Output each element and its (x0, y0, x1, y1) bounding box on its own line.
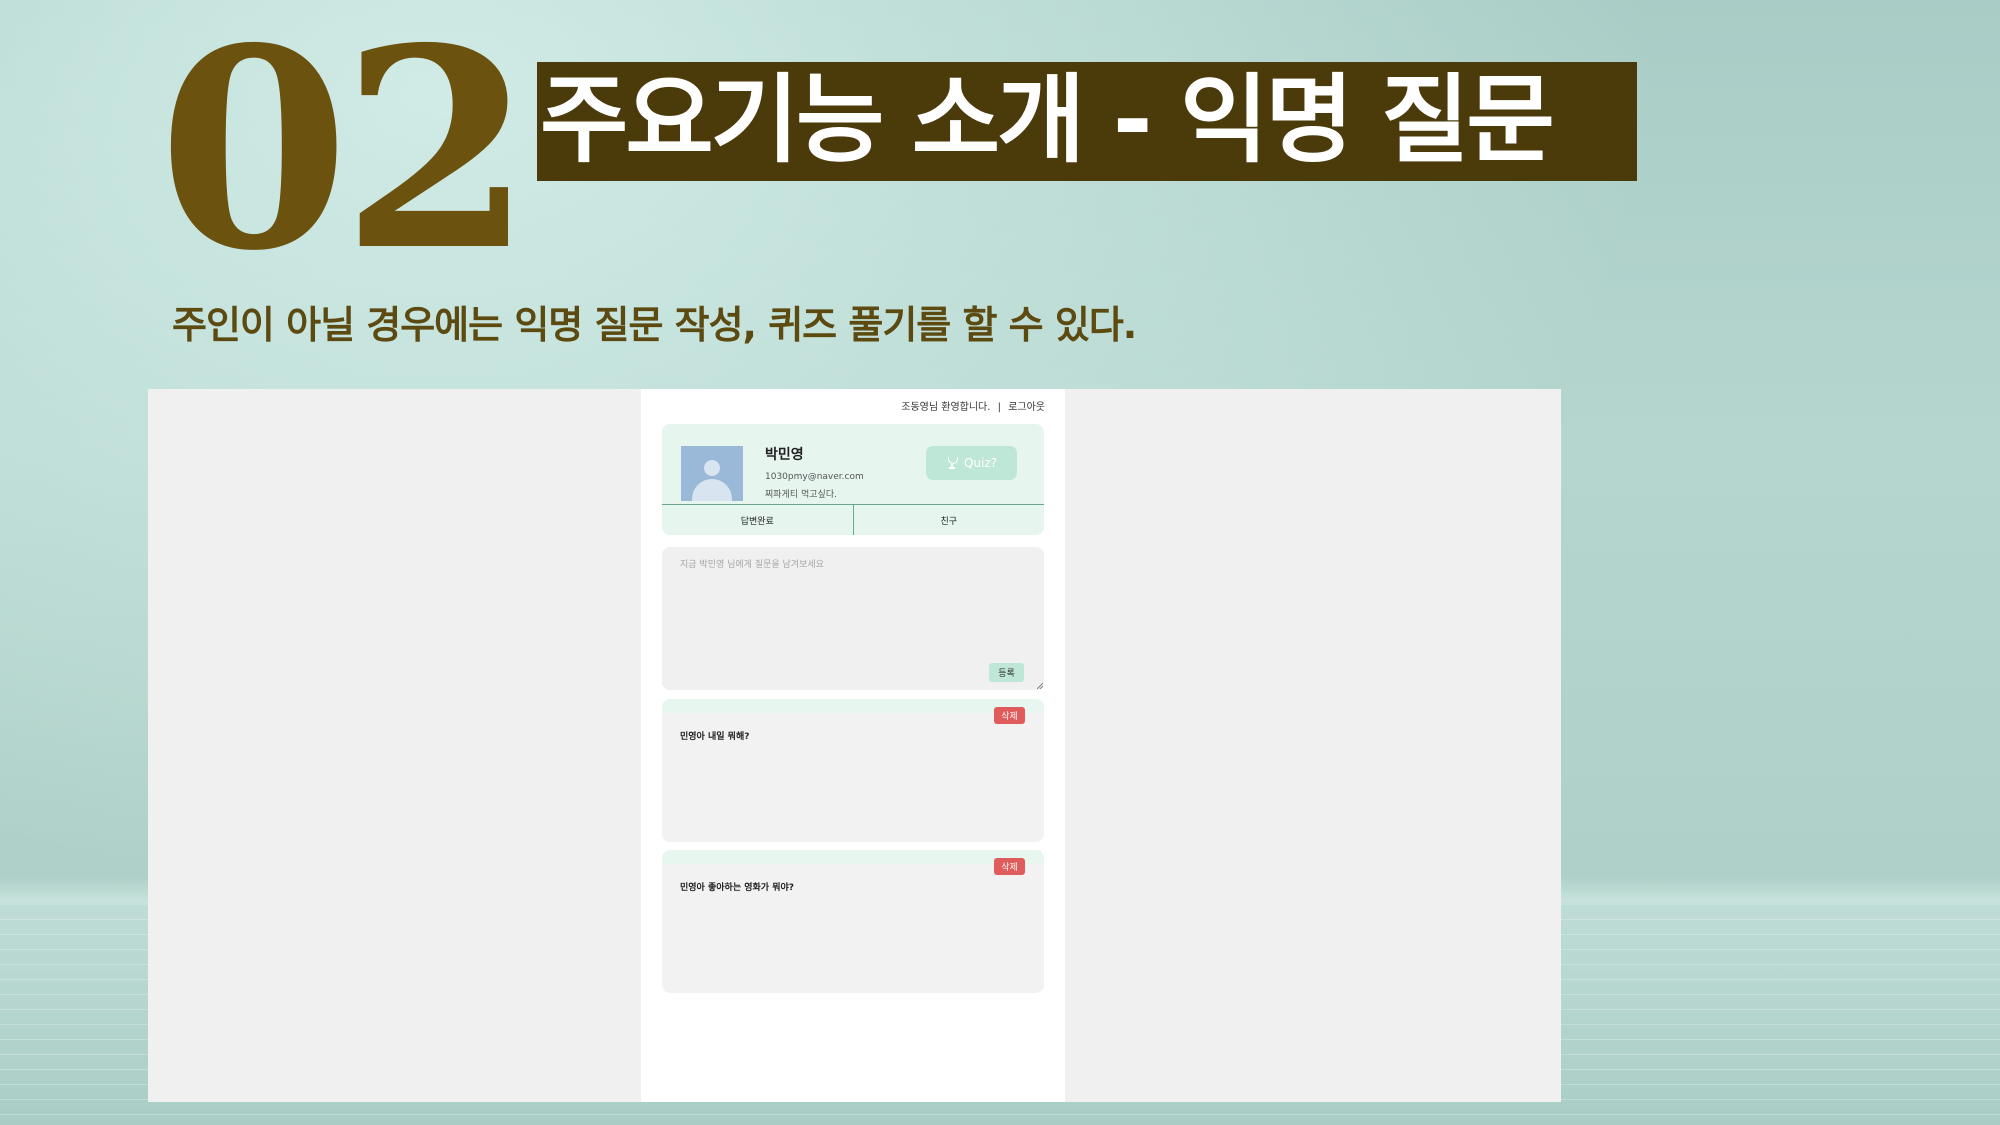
section-number: 02 (158, 0, 533, 311)
profile-page: 조동영님 환영합니다. | 로그아웃 박민영 1030pmy@naver.com… (641, 389, 1065, 1102)
logout-link[interactable]: 로그아웃 (1008, 402, 1045, 413)
app-screenshot: 조동영님 환영합니다. | 로그아웃 박민영 1030pmy@naver.com… (148, 389, 1561, 1102)
question-text: 민영아 내일 뭐해? (680, 732, 750, 742)
trophy-icon (946, 457, 958, 469)
welcome-text: 조동영님 환영합니다. (901, 402, 991, 413)
quiz-label: Quiz? (963, 456, 998, 470)
profile-name: 박민영 (765, 447, 804, 463)
user-avatar-icon (681, 446, 743, 501)
question-card: 삭제 민영아 내일 뭐해? (662, 699, 1044, 842)
question-card-header (662, 850, 1044, 864)
question-card: 삭제 민영아 좋아하는 영화가 뭐야? (662, 850, 1044, 993)
profile-card: 박민영 1030pmy@naver.com 찌파게티 먹고싶다. Quiz? 답… (662, 424, 1044, 535)
question-text: 민영아 좋아하는 영화가 뭐야? (680, 883, 794, 893)
resize-handle-icon[interactable] (1037, 683, 1043, 689)
quiz-button[interactable]: Quiz? (926, 446, 1017, 480)
avatar-body (692, 479, 732, 501)
profile-bio: 찌파게티 먹고싶다. (765, 490, 837, 500)
question-compose-box: 등록 (662, 547, 1044, 690)
submit-button[interactable]: 등록 (989, 663, 1024, 682)
delete-button[interactable]: 삭제 (994, 707, 1025, 724)
tab-answered[interactable]: 답변완료 (662, 505, 853, 535)
delete-button[interactable]: 삭제 (994, 858, 1025, 875)
user-bar: 조동영님 환영합니다. | 로그아웃 (901, 398, 1045, 413)
slide-title: 주요기능 소개 - 익명 질문 (540, 64, 1555, 176)
profile-tabs: 답변완료 친구 (662, 504, 1044, 535)
avatar-head (704, 460, 720, 476)
tab-friends[interactable]: 친구 (852, 505, 1045, 535)
slide-subtitle: 주인이 아닐 경우에는 익명 질문 작성, 퀴즈 풀기를 할 수 있다. (172, 303, 1137, 347)
question-input[interactable] (680, 557, 1020, 657)
question-card-header (662, 699, 1044, 713)
profile-email: 1030pmy@naver.com (765, 472, 864, 482)
separator: | (997, 402, 1001, 413)
